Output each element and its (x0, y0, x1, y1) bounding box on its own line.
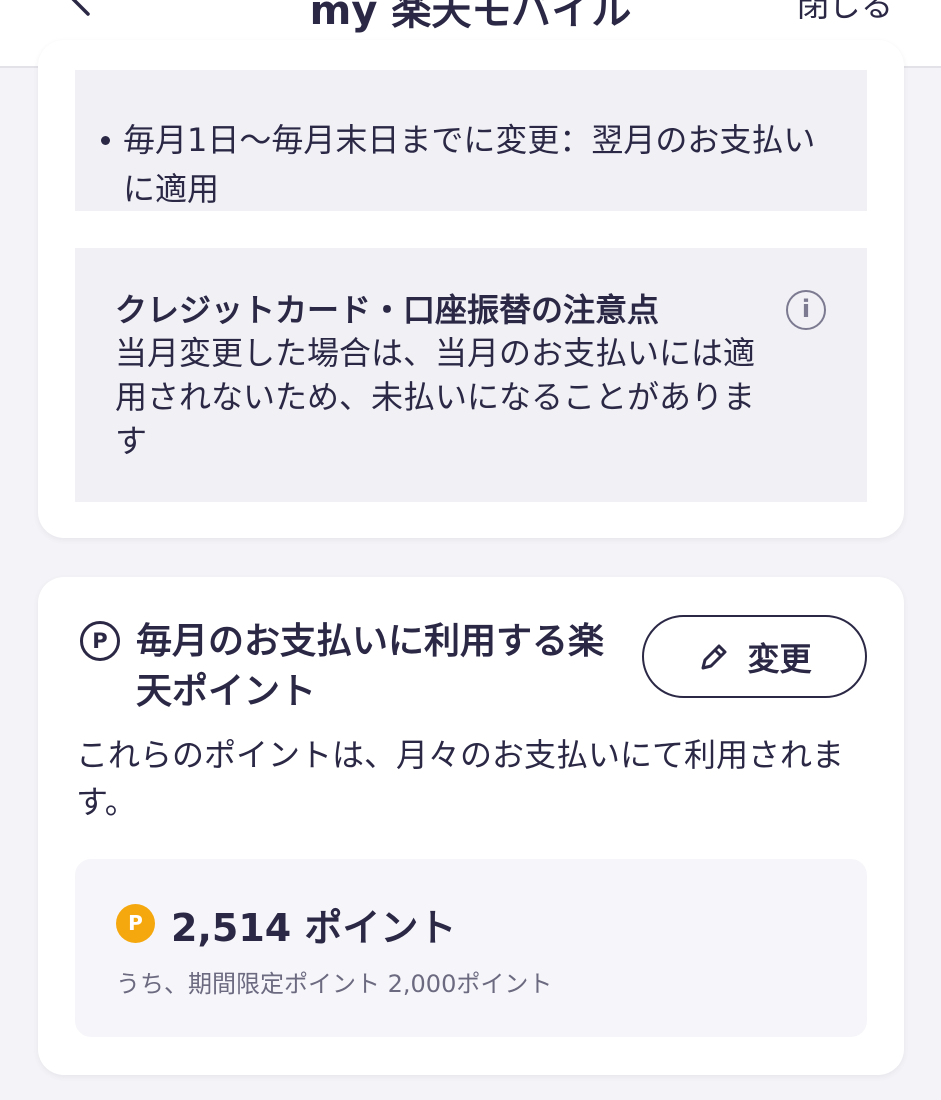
pencil-icon (701, 644, 727, 669)
close-button[interactable]: 閉じる (797, 0, 893, 26)
bullet-text: 毎月1日～毎月末日までに変更：翌月のお支払いに適用 (123, 121, 816, 208)
caution-title: クレジットカード・口座振替の注意点 (115, 291, 660, 329)
points-description: これらのポイントは、月々のお支払いにて利用されます。 (76, 736, 845, 821)
bullet-dot (101, 136, 110, 145)
info-icon[interactable]: i (786, 290, 826, 330)
points-summary-box: P 2,514 ポイント うち、期間限定ポイント 2,000ポイント (75, 859, 867, 1037)
points-value: 2,514 ポイント (171, 906, 457, 950)
caution-box: クレジットカード・口座振替の注意点 当月変更した場合は、当月のお支払いには適用さ… (75, 248, 867, 502)
limited-points-note: うち、期間限定ポイント 2,000ポイント (116, 970, 553, 998)
edit-button-label: 変更 (747, 639, 812, 678)
points-card: P 毎月のお支払いに利用する楽天ポイント 変更 これらのポイントは、月々のお支払… (38, 577, 904, 1075)
points-icon: P (80, 621, 120, 661)
caution-body: 当月変更した場合は、当月のお支払いには適用されないため、未払いになることがありま… (115, 334, 756, 460)
bullet-item: 毎月1日～毎月末日までに変更：翌月のお支払いに適用 (101, 116, 833, 214)
rakuten-point-coin-icon: P (116, 904, 155, 943)
points-section-title: 毎月のお支払いに利用する楽天ポイント (136, 621, 605, 712)
payment-info-card: 毎月1日～毎月末日までに変更：翌月のお支払いに適用 クレジットカード・口座振替の… (38, 40, 904, 538)
payment-timing-box: 毎月1日～毎月末日までに変更：翌月のお支払いに適用 (75, 70, 867, 211)
edit-points-button[interactable]: 変更 (642, 615, 867, 698)
